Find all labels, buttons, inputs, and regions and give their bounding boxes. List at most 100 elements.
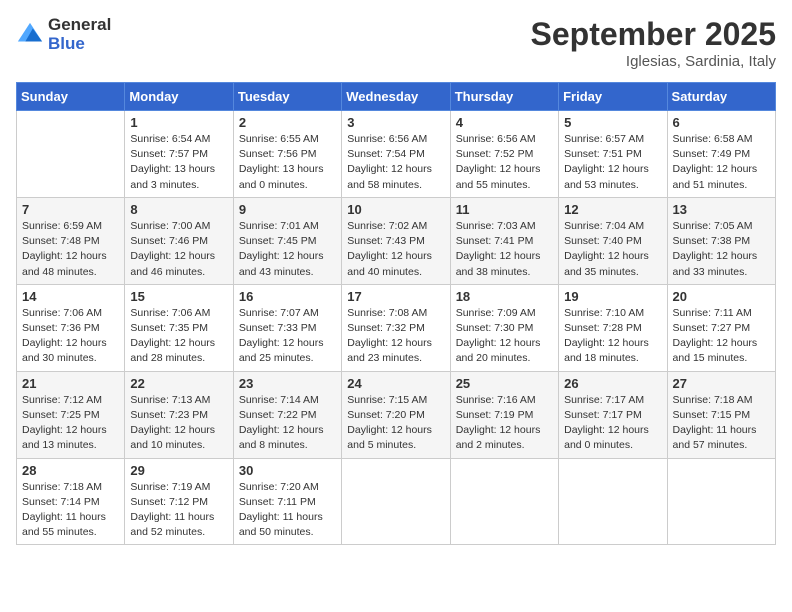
day-info: Sunrise: 6:58 AM Sunset: 7:49 PM Dayligh… <box>673 132 770 193</box>
day-number: 11 <box>456 202 553 217</box>
calendar-cell: 28 Sunrise: 7:18 AM Sunset: 7:14 PM Dayli… <box>17 458 125 545</box>
day-info: Sunrise: 6:55 AM Sunset: 7:56 PM Dayligh… <box>239 132 336 193</box>
day-info: Sunrise: 7:06 AM Sunset: 7:35 PM Dayligh… <box>130 306 227 367</box>
day-number: 28 <box>22 463 119 478</box>
calendar-cell: 16 Sunrise: 7:07 AM Sunset: 7:33 PM Dayli… <box>233 284 341 371</box>
day-info: Sunrise: 7:18 AM Sunset: 7:15 PM Dayligh… <box>673 393 770 454</box>
day-info: Sunrise: 6:59 AM Sunset: 7:48 PM Dayligh… <box>22 219 119 280</box>
calendar-cell: 29 Sunrise: 7:19 AM Sunset: 7:12 PM Dayli… <box>125 458 233 545</box>
day-info: Sunrise: 7:01 AM Sunset: 7:45 PM Dayligh… <box>239 219 336 280</box>
day-number: 12 <box>564 202 661 217</box>
logo-text: General Blue <box>48 16 111 53</box>
day-number: 25 <box>456 376 553 391</box>
day-info: Sunrise: 7:02 AM Sunset: 7:43 PM Dayligh… <box>347 219 444 280</box>
day-number: 29 <box>130 463 227 478</box>
day-info: Sunrise: 7:20 AM Sunset: 7:11 PM Dayligh… <box>239 480 336 541</box>
day-number: 19 <box>564 289 661 304</box>
weekday-header: Thursday <box>450 83 558 111</box>
day-info: Sunrise: 7:03 AM Sunset: 7:41 PM Dayligh… <box>456 219 553 280</box>
day-info: Sunrise: 7:09 AM Sunset: 7:30 PM Dayligh… <box>456 306 553 367</box>
calendar-cell: 22 Sunrise: 7:13 AM Sunset: 7:23 PM Dayli… <box>125 371 233 458</box>
day-info: Sunrise: 7:14 AM Sunset: 7:22 PM Dayligh… <box>239 393 336 454</box>
calendar-cell: 18 Sunrise: 7:09 AM Sunset: 7:30 PM Dayli… <box>450 284 558 371</box>
calendar-cell: 25 Sunrise: 7:16 AM Sunset: 7:19 PM Dayli… <box>450 371 558 458</box>
calendar-cell <box>450 458 558 545</box>
calendar-week-row: 14 Sunrise: 7:06 AM Sunset: 7:36 PM Dayli… <box>17 284 776 371</box>
day-number: 8 <box>130 202 227 217</box>
day-info: Sunrise: 6:54 AM Sunset: 7:57 PM Dayligh… <box>130 132 227 193</box>
page-header: General Blue September 2025 Iglesias, Sa… <box>16 16 776 70</box>
logo-icon <box>16 21 44 49</box>
day-info: Sunrise: 7:07 AM Sunset: 7:33 PM Dayligh… <box>239 306 336 367</box>
calendar-cell <box>667 458 775 545</box>
calendar-cell: 19Sunrise: 7:10 AM Sunset: 7:28 PM Dayli… <box>559 284 667 371</box>
day-number: 16 <box>239 289 336 304</box>
calendar-cell: 27 Sunrise: 7:18 AM Sunset: 7:15 PM Dayli… <box>667 371 775 458</box>
calendar-cell: 24 Sunrise: 7:15 AM Sunset: 7:20 PM Dayli… <box>342 371 450 458</box>
calendar-cell: 23 Sunrise: 7:14 AM Sunset: 7:22 PM Dayli… <box>233 371 341 458</box>
calendar-week-row: 7Sunrise: 6:59 AM Sunset: 7:48 PM Daylig… <box>17 197 776 284</box>
calendar-cell: 9 Sunrise: 7:01 AM Sunset: 7:45 PM Daylig… <box>233 197 341 284</box>
calendar: SundayMondayTuesdayWednesdayThursdayFrid… <box>16 82 776 545</box>
calendar-cell: 15 Sunrise: 7:06 AM Sunset: 7:35 PM Dayli… <box>125 284 233 371</box>
day-number: 9 <box>239 202 336 217</box>
calendar-cell: 4Sunrise: 6:56 AM Sunset: 7:52 PM Daylig… <box>450 111 558 198</box>
day-number: 17 <box>347 289 444 304</box>
logo-general: General <box>48 16 111 35</box>
calendar-week-row: 1 Sunrise: 6:54 AM Sunset: 7:57 PM Daylig… <box>17 111 776 198</box>
day-number: 1 <box>130 115 227 130</box>
title-block: September 2025 Iglesias, Sardinia, Italy <box>531 16 776 70</box>
weekday-header: Sunday <box>17 83 125 111</box>
location: Iglesias, Sardinia, Italy <box>531 53 776 70</box>
day-number: 23 <box>239 376 336 391</box>
day-info: Sunrise: 6:56 AM Sunset: 7:52 PM Dayligh… <box>456 132 553 193</box>
day-info: Sunrise: 7:16 AM Sunset: 7:19 PM Dayligh… <box>456 393 553 454</box>
calendar-cell: 26 Sunrise: 7:17 AM Sunset: 7:17 PM Dayli… <box>559 371 667 458</box>
calendar-cell <box>342 458 450 545</box>
day-number: 24 <box>347 376 444 391</box>
calendar-week-row: 28 Sunrise: 7:18 AM Sunset: 7:14 PM Dayli… <box>17 458 776 545</box>
day-number: 30 <box>239 463 336 478</box>
day-info: Sunrise: 7:15 AM Sunset: 7:20 PM Dayligh… <box>347 393 444 454</box>
calendar-cell: 11 Sunrise: 7:03 AM Sunset: 7:41 PM Dayli… <box>450 197 558 284</box>
day-number: 26 <box>564 376 661 391</box>
calendar-cell: 20 Sunrise: 7:11 AM Sunset: 7:27 PM Dayli… <box>667 284 775 371</box>
day-info: Sunrise: 7:00 AM Sunset: 7:46 PM Dayligh… <box>130 219 227 280</box>
day-number: 20 <box>673 289 770 304</box>
day-info: Sunrise: 7:08 AM Sunset: 7:32 PM Dayligh… <box>347 306 444 367</box>
day-info: Sunrise: 7:19 AM Sunset: 7:12 PM Dayligh… <box>130 480 227 541</box>
calendar-cell: 7Sunrise: 6:59 AM Sunset: 7:48 PM Daylig… <box>17 197 125 284</box>
day-number: 5 <box>564 115 661 130</box>
day-info: Sunrise: 7:18 AM Sunset: 7:14 PM Dayligh… <box>22 480 119 541</box>
day-info: Sunrise: 7:06 AM Sunset: 7:36 PM Dayligh… <box>22 306 119 367</box>
day-number: 15 <box>130 289 227 304</box>
weekday-header: Wednesday <box>342 83 450 111</box>
day-number: 27 <box>673 376 770 391</box>
day-info: Sunrise: 6:56 AM Sunset: 7:54 PM Dayligh… <box>347 132 444 193</box>
day-number: 6 <box>673 115 770 130</box>
calendar-cell: 13Sunrise: 7:05 AM Sunset: 7:38 PM Dayli… <box>667 197 775 284</box>
day-info: Sunrise: 7:17 AM Sunset: 7:17 PM Dayligh… <box>564 393 661 454</box>
weekday-header: Saturday <box>667 83 775 111</box>
day-number: 2 <box>239 115 336 130</box>
weekday-header: Friday <box>559 83 667 111</box>
calendar-cell: 1 Sunrise: 6:54 AM Sunset: 7:57 PM Daylig… <box>125 111 233 198</box>
calendar-cell: 14 Sunrise: 7:06 AM Sunset: 7:36 PM Dayli… <box>17 284 125 371</box>
calendar-cell: 21Sunrise: 7:12 AM Sunset: 7:25 PM Dayli… <box>17 371 125 458</box>
calendar-week-row: 21Sunrise: 7:12 AM Sunset: 7:25 PM Dayli… <box>17 371 776 458</box>
day-info: Sunrise: 7:04 AM Sunset: 7:40 PM Dayligh… <box>564 219 661 280</box>
day-number: 14 <box>22 289 119 304</box>
calendar-header-row: SundayMondayTuesdayWednesdayThursdayFrid… <box>17 83 776 111</box>
weekday-header: Monday <box>125 83 233 111</box>
day-info: Sunrise: 7:11 AM Sunset: 7:27 PM Dayligh… <box>673 306 770 367</box>
calendar-cell: 2 Sunrise: 6:55 AM Sunset: 7:56 PM Daylig… <box>233 111 341 198</box>
calendar-cell <box>559 458 667 545</box>
calendar-cell: 3Sunrise: 6:56 AM Sunset: 7:54 PM Daylig… <box>342 111 450 198</box>
day-number: 21 <box>22 376 119 391</box>
day-info: Sunrise: 7:13 AM Sunset: 7:23 PM Dayligh… <box>130 393 227 454</box>
weekday-header: Tuesday <box>233 83 341 111</box>
calendar-cell: 8 Sunrise: 7:00 AM Sunset: 7:46 PM Daylig… <box>125 197 233 284</box>
day-number: 22 <box>130 376 227 391</box>
calendar-cell: 17 Sunrise: 7:08 AM Sunset: 7:32 PM Dayli… <box>342 284 450 371</box>
day-number: 18 <box>456 289 553 304</box>
